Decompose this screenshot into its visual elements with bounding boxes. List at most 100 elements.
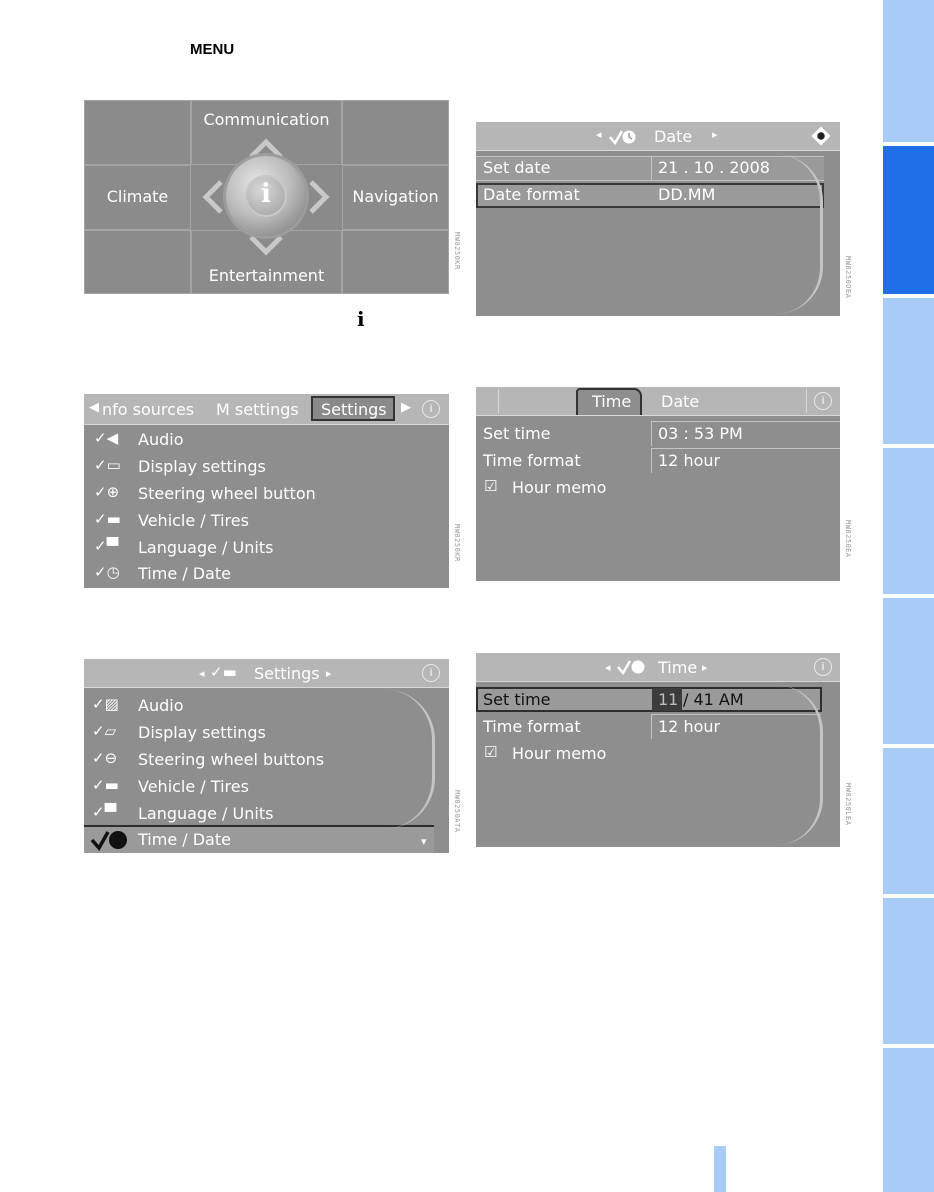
arrow-right-icon[interactable]: ▸ <box>712 128 718 141</box>
row-label[interactable]: Time format <box>483 451 581 470</box>
menu-item-navigation[interactable]: Navigation <box>342 187 449 206</box>
time-tabs-screen: Time Date i Set time 03 : 53 PM Time for… <box>476 387 840 581</box>
language-icon: ✓▀ <box>94 537 119 555</box>
scroll-arc <box>776 685 823 845</box>
grid-cell <box>342 230 449 294</box>
menu-item-communication[interactable]: Communication <box>191 110 342 129</box>
selected-row[interactable] <box>84 825 434 853</box>
info-button-icon[interactable]: i <box>226 156 306 236</box>
arrow-right-icon[interactable]: ▶ <box>401 400 411 415</box>
row-value: 03 : 53 PM <box>658 424 743 443</box>
date-screen: ◂ Date ▸ Set date 21 . 10 . 2008 Date fo… <box>476 122 840 316</box>
arrow-left-icon[interactable]: ◂ <box>596 128 602 141</box>
tab-date[interactable]: Date <box>661 392 699 411</box>
settings-list-screen: ◂ ✓▬ Settings ▸ i ✓▨ Audio ✓▱ Display se… <box>84 659 449 853</box>
row-value: 12 hour <box>658 717 721 736</box>
display-icon: ✓▭ <box>94 456 121 474</box>
chapter-tab[interactable] <box>883 1048 934 1192</box>
header-divider <box>498 389 499 413</box>
menu-item[interactable]: Language / Units <box>138 804 273 823</box>
chapter-tab[interactable] <box>883 0 934 142</box>
tab-settings: Settings <box>321 400 387 419</box>
menu-item[interactable]: Audio <box>138 430 183 449</box>
display-icon: ✓▱ <box>92 722 117 740</box>
header-divider <box>806 389 807 413</box>
chapter-tab[interactable] <box>883 598 934 744</box>
menu-item[interactable]: Display settings <box>138 723 266 742</box>
settings-tabs-screen: ◀ nfo sources M settings Settings ▶ i ✓◀… <box>84 394 449 588</box>
image-code: MW0250ATA <box>453 790 461 833</box>
chapter-tab[interactable] <box>883 748 934 894</box>
hour-value: 11 <box>658 690 679 709</box>
menu-button-label: MENU <box>190 41 235 58</box>
row-value: 12 hour <box>658 451 721 470</box>
joystick-icon: i <box>422 664 440 682</box>
grid-cell <box>84 230 191 294</box>
menu-item-selected: Time / Date <box>138 830 231 849</box>
minute-value: / 41 AM <box>683 690 744 709</box>
menu-item[interactable]: Vehicle / Tires <box>138 511 249 530</box>
time-edit-screen: ◂ Time ▸ i Set time 11 / 41 AM Time form… <box>476 653 840 847</box>
tab-m-settings[interactable]: M settings <box>216 400 299 419</box>
scroll-down-icon: ▾ <box>421 835 427 848</box>
steering-wheel-icon: ✓⊕ <box>94 483 120 501</box>
menu-item-entertainment[interactable]: Entertainment <box>191 266 342 285</box>
grid-cell <box>84 100 191 165</box>
audio-icon: ✓◀ <box>94 429 119 447</box>
menu-item[interactable]: Display settings <box>138 457 266 476</box>
screen-title: Settings <box>254 664 320 683</box>
chapter-tab[interactable] <box>883 898 934 1044</box>
checkbox-checked-icon[interactable]: ☑ <box>484 477 497 495</box>
arrow-left-icon[interactable]: ◀ <box>89 400 99 415</box>
row-label[interactable]: Set time <box>483 690 551 709</box>
joystick-icon: i <box>814 392 832 410</box>
row-label[interactable]: Date format <box>483 185 580 204</box>
menu-item[interactable]: Vehicle / Tires <box>138 777 249 796</box>
arrow-left-icon[interactable]: ◂ <box>605 661 611 674</box>
tab-info-sources[interactable]: nfo sources <box>102 400 194 419</box>
image-code: MW0250KR <box>453 232 461 270</box>
screen-title: Date <box>654 127 693 146</box>
menu-item[interactable]: Steering wheel buttons <box>138 750 324 769</box>
settings-vehicle-icon: ✓▬ <box>210 663 237 681</box>
time-date-check-icon <box>609 130 636 146</box>
clock-icon: ✓◷ <box>94 563 120 581</box>
row-label[interactable]: Set date <box>483 158 550 177</box>
chapter-tab-active[interactable] <box>883 146 934 294</box>
screen-header <box>476 387 840 416</box>
image-code: MW0250EA <box>844 520 852 558</box>
chapter-tabs <box>883 0 934 1192</box>
info-button-center: i <box>245 175 287 217</box>
time-date-check-icon <box>90 831 127 851</box>
screen-title: Time <box>658 658 698 677</box>
row-label[interactable]: Time format <box>483 717 581 736</box>
arrow-right-icon[interactable]: ▸ <box>326 667 332 680</box>
scroll-arc <box>776 154 823 314</box>
vehicle-icon: ✓▬ <box>92 776 119 794</box>
grid-cell <box>342 100 449 165</box>
checkbox-checked-icon[interactable]: ☑ <box>484 743 497 761</box>
time-date-check-icon <box>617 660 645 676</box>
menu-item[interactable]: Time / Date <box>138 564 231 583</box>
row-label[interactable]: Set time <box>483 424 551 443</box>
image-code: MW0250LEA <box>844 783 852 826</box>
vehicle-icon: ✓▬ <box>94 510 121 528</box>
checkbox-label: Hour memo <box>512 478 607 497</box>
menu-item[interactable]: Language / Units <box>138 538 273 557</box>
tab-time: Time <box>592 392 632 411</box>
image-code: MW0250KR <box>453 524 461 562</box>
chapter-tab[interactable] <box>883 298 934 444</box>
menu-item[interactable]: Audio <box>138 696 183 715</box>
info-symbol: i <box>357 307 365 331</box>
steering-wheel-icon: ✓⊖ <box>92 749 118 767</box>
menu-item-climate[interactable]: Climate <box>84 187 191 206</box>
joystick-icon: i <box>814 658 832 676</box>
arrow-left-icon[interactable]: ◂ <box>199 667 205 680</box>
arrow-right-icon[interactable]: ▸ <box>702 661 708 674</box>
row-value: 21 . 10 . 2008 <box>658 158 770 177</box>
checkbox-label: Hour memo <box>512 744 607 763</box>
page-number-marker <box>714 1146 726 1192</box>
menu-item[interactable]: Steering wheel button <box>138 484 316 503</box>
info-letter: i <box>261 179 271 209</box>
chapter-tab[interactable] <box>883 448 934 594</box>
